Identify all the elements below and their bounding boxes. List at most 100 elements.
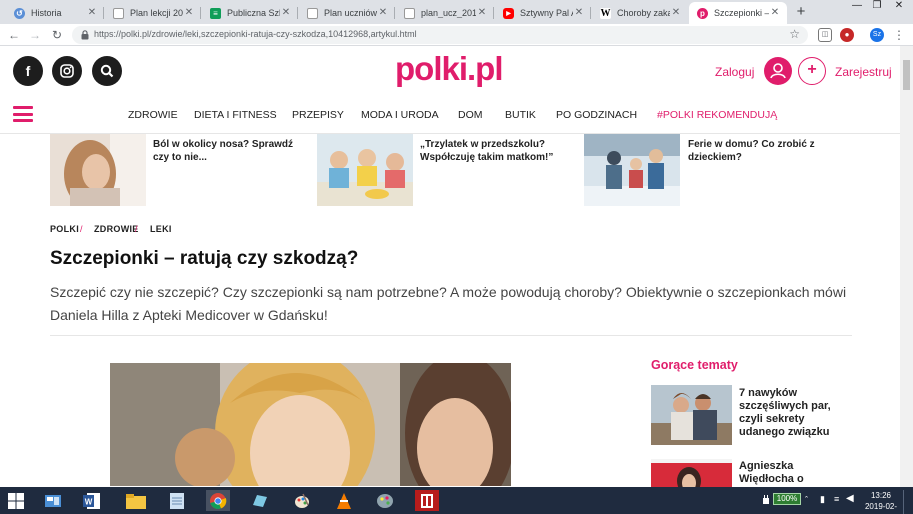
tab-plan-lekcji[interactable]: Plan lekcji 2018 ✕ <box>105 2 201 24</box>
word-icon[interactable]: W <box>80 490 104 511</box>
adblock-icon[interactable]: ● <box>840 28 854 42</box>
paint-3d-icon[interactable] <box>373 490 397 511</box>
hot-topic-image-couple[interactable] <box>651 385 732 445</box>
window-close-icon[interactable]: ✕ <box>889 0 909 14</box>
clock-date: 2019-02-06 <box>864 502 898 514</box>
chevron-up-icon[interactable]: ˆ <box>805 495 808 505</box>
task-view-icon[interactable] <box>41 490 65 511</box>
windows-start-icon[interactable] <box>4 490 28 511</box>
breadcrumb-leki[interactable]: LEKI <box>150 224 172 234</box>
nav-item-zdrowie[interactable]: ZDROWIE <box>128 109 178 121</box>
plus-icon[interactable]: + <box>798 57 826 85</box>
battery-icon[interactable]: ▮ <box>820 494 825 505</box>
instagram-icon[interactable] <box>52 56 82 86</box>
facebook-icon[interactable]: f <box>13 56 43 86</box>
teaser-text-3[interactable]: Ferie w domu? Co zrobić z dzieckiem? <box>688 138 815 164</box>
menu-kebab-icon[interactable]: ⋮ <box>892 28 906 42</box>
breadcrumb-zdrowie[interactable]: ZDROWIE <box>94 224 139 234</box>
app-icon[interactable] <box>248 490 272 511</box>
minimize-icon[interactable]: — <box>847 0 867 14</box>
user-icon[interactable] <box>764 57 792 85</box>
article-title: Szczepionki – ratują czy szkodzą? <box>50 248 359 269</box>
reload-icon[interactable]: ↻ <box>49 27 65 43</box>
close-icon[interactable]: ✕ <box>86 7 98 19</box>
breadcrumb-separator: / <box>80 224 83 234</box>
network-icon[interactable]: ≡ <box>834 494 839 504</box>
tab-plan-uczniow[interactable]: Plan uczniów 2 ✕ <box>299 2 395 24</box>
profile-avatar[interactable]: Sz <box>870 28 884 42</box>
vlc-icon[interactable] <box>332 490 356 511</box>
nav-item-moda-uroda[interactable]: MODA I URODA <box>361 109 439 121</box>
breadcrumb-polki[interactable]: POLKI <box>50 224 79 234</box>
restore-icon[interactable]: ❐ <box>867 0 887 14</box>
hot-topic-line: czyli sekrety <box>739 413 805 425</box>
polki-icon: p <box>697 7 708 19</box>
scrollbar-thumb[interactable] <box>903 60 910 90</box>
nav-item-dieta-fitness[interactable]: DIETA I FITNESS <box>194 109 277 121</box>
history-icon: ↺ <box>14 7 25 19</box>
notepad-icon[interactable] <box>165 490 189 511</box>
site-logo[interactable]: polki.pl <box>395 50 503 88</box>
hot-topic-line: 7 nawyków <box>739 387 798 399</box>
svg-text:W: W <box>85 497 93 506</box>
breadcrumb-separator: / <box>135 224 138 234</box>
app-red-icon[interactable] <box>415 490 439 511</box>
hot-topic-image-woman[interactable] <box>651 459 732 487</box>
power-plug-icon[interactable] <box>760 494 772 506</box>
lock-icon <box>81 30 89 40</box>
sidebar-title: Gorące tematy <box>651 358 738 372</box>
hot-topic-text-2[interactable]: Agnieszka Więdłocha o <box>739 460 839 486</box>
close-icon[interactable]: ✕ <box>476 7 488 19</box>
doc-icon <box>113 7 124 19</box>
teaser-text-1[interactable]: Ból w okolicy nosa? Sprawdź czy to nie..… <box>153 138 293 164</box>
toolbar: ← → ↻ https://polki.pl/zdrowie/leki,szcz… <box>0 24 913 46</box>
taskbar-clock[interactable]: 13:26 2019-02-06 <box>862 490 900 514</box>
register-link[interactable]: Zarejestruj <box>835 65 892 79</box>
teaser-image-winter[interactable] <box>584 134 680 206</box>
close-icon[interactable]: ✕ <box>769 7 781 19</box>
teaser-text-2[interactable]: „Trzylatek w przedszkolu? Współczuję tak… <box>420 138 553 164</box>
tab-plan-ucz-2018[interactable]: plan_ucz_2018_ ✕ <box>396 2 494 24</box>
tab-label: Plan uczniów 2 <box>324 8 377 18</box>
hot-topic-line: udanego związku <box>739 426 830 438</box>
close-icon[interactable]: ✕ <box>573 7 585 19</box>
tab-youtube[interactable]: ▶ Sztywny Pal Az ✕ <box>495 2 591 24</box>
nav-item-przepisy[interactable]: PRZEPISY <box>292 109 344 121</box>
bookmark-star-icon[interactable]: ☆ <box>789 27 800 41</box>
teaser-image-kindergarten[interactable] <box>317 134 413 206</box>
hot-topic-line: Więdłocha o <box>739 473 804 485</box>
new-tab-icon[interactable]: + <box>793 4 809 20</box>
hot-topic-line: Agnieszka <box>739 460 794 472</box>
close-icon[interactable]: ✕ <box>377 7 389 19</box>
nav-item-po-godzinach[interactable]: PO GODZINACH <box>556 109 637 121</box>
tab-label: Plan lekcji 2018 <box>130 8 183 18</box>
page-scrollbar[interactable] <box>900 46 913 487</box>
address-bar[interactable]: https://polki.pl/zdrowie/leki,szczepionk… <box>72 26 808 44</box>
teaser-image-woman[interactable] <box>50 134 146 206</box>
nav-item-polki-rekomenduja[interactable]: #POLKI REKOMENDUJĄ <box>657 109 777 121</box>
chrome-icon[interactable] <box>206 490 230 511</box>
tab-label: plan_ucz_2018_ <box>421 8 476 18</box>
back-icon[interactable]: ← <box>6 27 22 43</box>
battery-indicator[interactable]: 100% <box>773 493 801 505</box>
tab-historia[interactable]: ↺ Historia ✕ <box>6 2 104 24</box>
nav-item-butik[interactable]: BUTIK <box>505 109 536 121</box>
tab-publiczna-szkola[interactable]: ≡ Publiczna Szkoł ✕ <box>202 2 298 24</box>
close-icon[interactable]: ✕ <box>280 7 292 19</box>
nav-item-dom[interactable]: DOM <box>458 109 483 121</box>
hot-topic-text-1[interactable]: 7 nawyków szczęśliwych par, czyli sekret… <box>739 387 839 439</box>
forward-icon[interactable]: → <box>27 27 43 43</box>
search-icon[interactable] <box>92 56 122 86</box>
file-explorer-icon[interactable] <box>124 490 148 511</box>
doc-icon <box>307 7 318 19</box>
close-icon[interactable]: ✕ <box>670 7 682 19</box>
extension-icon[interactable]: ◫ <box>818 28 832 42</box>
paint-icon[interactable] <box>290 490 314 511</box>
tab-szczepionki[interactable]: p Szczepionki – r ✕ <box>689 2 787 24</box>
show-desktop-button[interactable] <box>903 490 911 514</box>
close-icon[interactable]: ✕ <box>183 7 195 19</box>
login-link[interactable]: Zaloguj <box>715 65 754 79</box>
hamburger-menu-icon[interactable] <box>13 106 33 122</box>
volume-icon[interactable]: ◀ <box>846 493 854 504</box>
tab-wikipedia[interactable]: W Choroby zakaź ✕ <box>592 2 688 24</box>
